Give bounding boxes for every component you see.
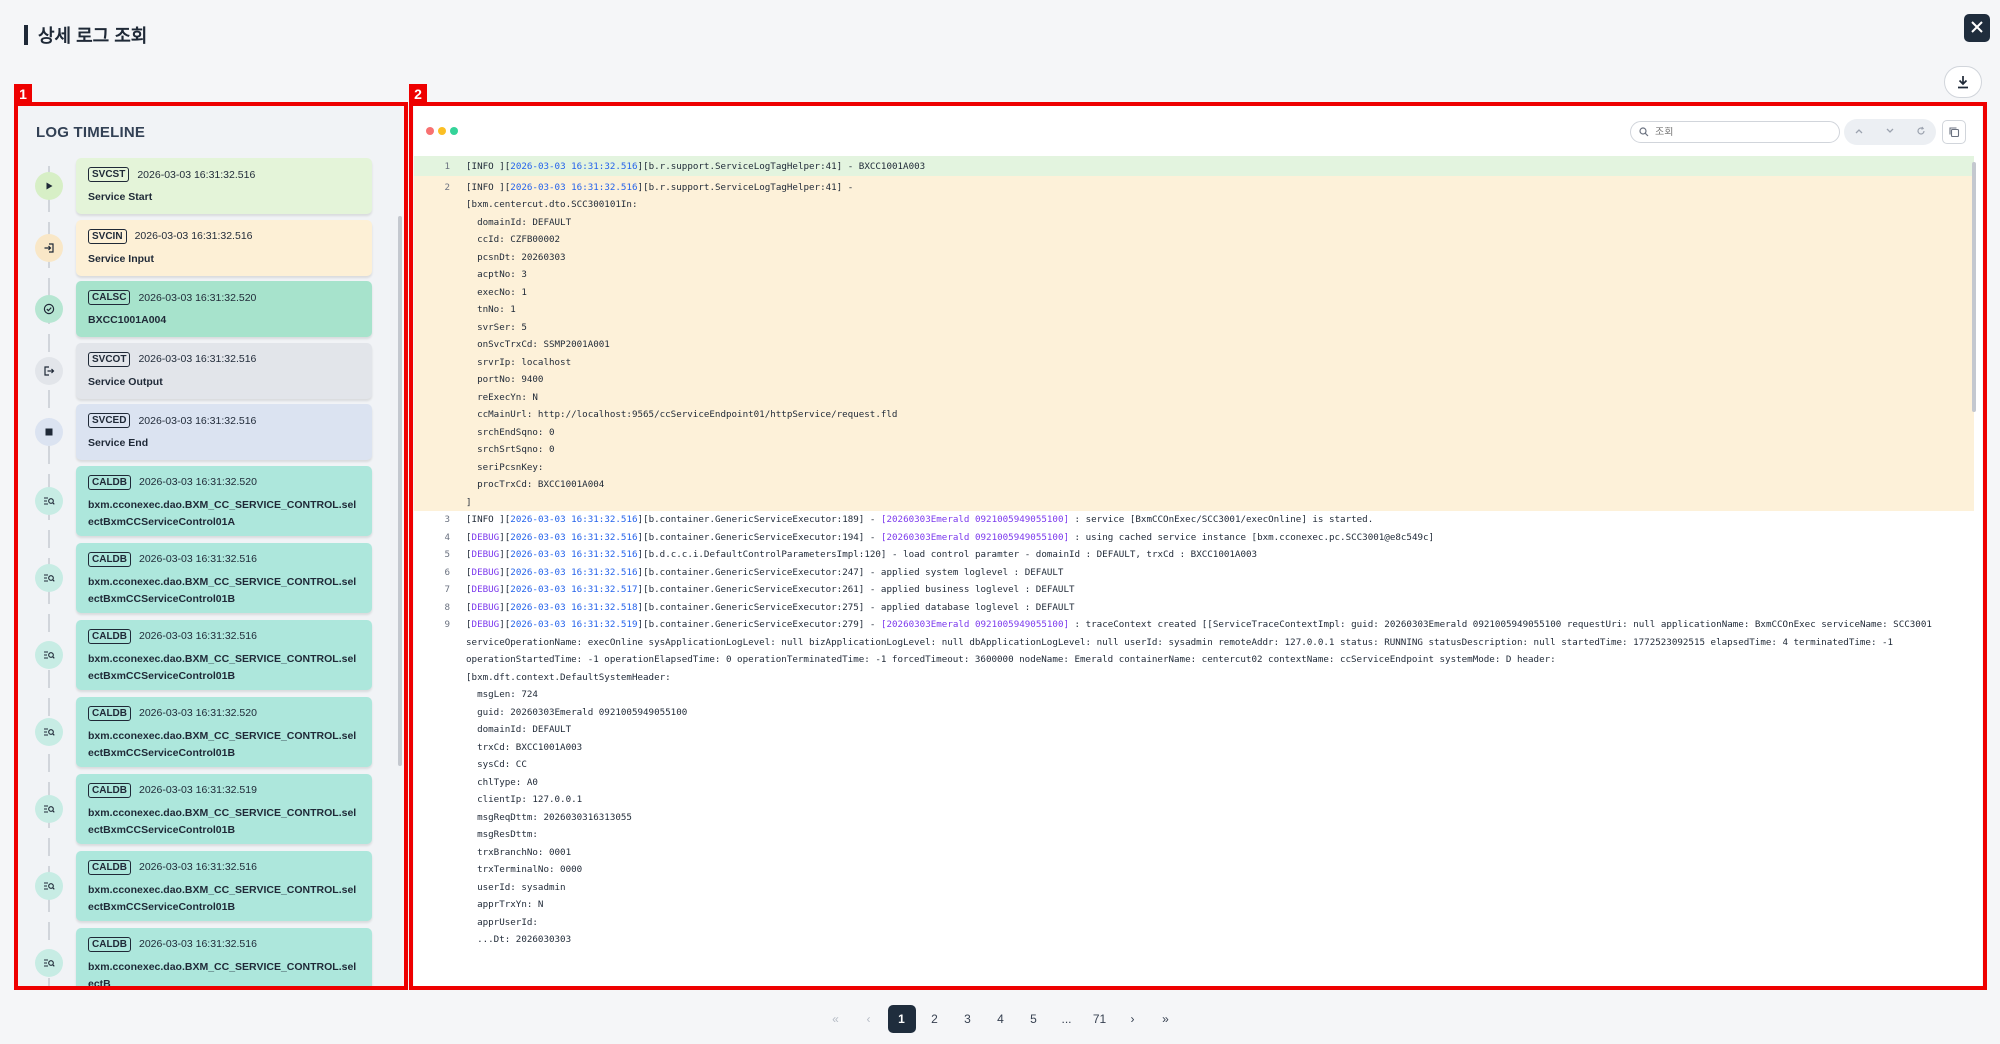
- page-title: 상세 로그 조회: [24, 22, 147, 48]
- download-button[interactable]: [1944, 66, 1982, 98]
- annotation-tag-2: 2: [409, 84, 427, 104]
- close-button[interactable]: [1964, 14, 1990, 42]
- prev-page-button[interactable]: ‹: [855, 1005, 883, 1033]
- page-number-button[interactable]: 2: [921, 1005, 949, 1033]
- page-ellipsis: ...: [1061, 1012, 1072, 1026]
- page-number-button[interactable]: 3: [954, 1005, 982, 1033]
- page-number-button[interactable]: 1: [887, 1005, 916, 1033]
- next-page-button[interactable]: ›: [1119, 1005, 1147, 1033]
- pagination: «‹ 1 2 3 4 5... 71 ›»: [0, 1005, 2000, 1033]
- title-accent-bar: [24, 25, 28, 45]
- download-icon: [1958, 76, 1968, 89]
- close-icon: [1971, 21, 1983, 33]
- page-number-button[interactable]: 4: [987, 1005, 1015, 1033]
- page-title-text: 상세 로그 조회: [38, 26, 148, 46]
- annotation-frame-1: [14, 102, 408, 990]
- annotation-tag-1: 1: [14, 84, 32, 104]
- page-number-button[interactable]: 5: [1020, 1005, 1048, 1033]
- page-number-button[interactable]: 71: [1086, 1005, 1114, 1033]
- log-detail-page: 상세 로그 조회 LOG TIMELINE SVCST 2026-03-03 16…: [0, 0, 2000, 1044]
- annotation-frame-2: [409, 102, 1987, 990]
- last-page-button[interactable]: »: [1152, 1005, 1180, 1033]
- first-page-button[interactable]: «: [822, 1005, 850, 1033]
